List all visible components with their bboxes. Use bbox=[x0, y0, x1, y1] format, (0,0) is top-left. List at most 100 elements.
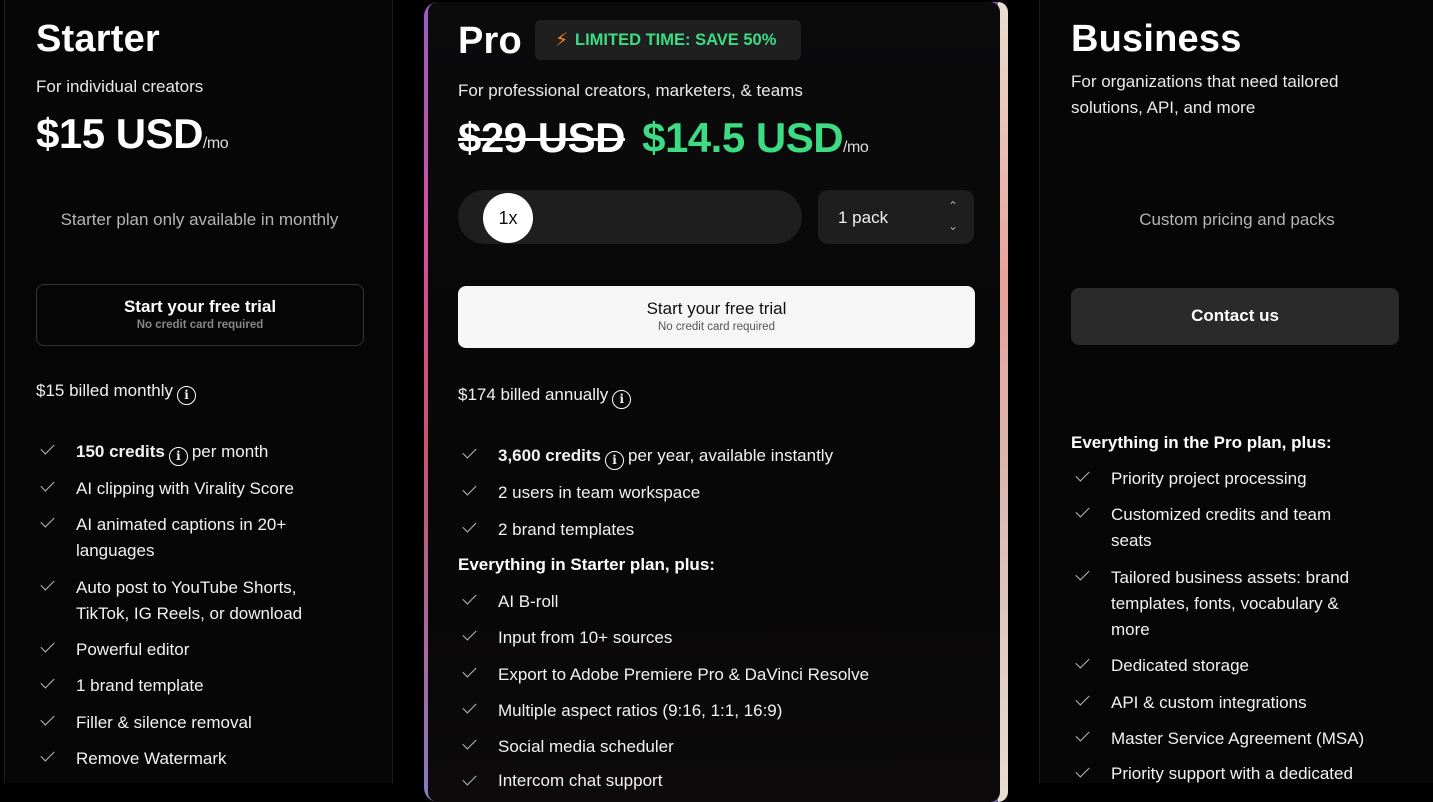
pro-feature: Input from 10+ sources bbox=[498, 628, 673, 647]
check-icon bbox=[40, 711, 55, 726]
check-icon bbox=[40, 747, 55, 762]
pro-price-period: /mo bbox=[843, 139, 869, 156]
feature-line: Auto post to YouTube Shorts, bbox=[76, 578, 297, 597]
starter-feature: Remove Watermark bbox=[76, 749, 227, 768]
pro-price: $29 USD $14.5 USD/mo bbox=[458, 114, 869, 162]
starter-price-value: $15 USD bbox=[36, 110, 203, 157]
chevron-updown-icon[interactable]: ⌃ ⌄ bbox=[948, 196, 958, 236]
business-feature: Customized credits and team seats bbox=[1111, 502, 1331, 554]
check-icon bbox=[1075, 467, 1090, 482]
pro-subtitle: For professional creators, marketers, & … bbox=[458, 81, 803, 100]
starter-feature: AI animated captions in 20+ languages bbox=[76, 512, 286, 564]
check-icon bbox=[40, 440, 55, 455]
info-icon[interactable]: i bbox=[177, 386, 197, 405]
pro-old-price: $29 USD bbox=[458, 114, 625, 161]
business-feature: API & custom integrations bbox=[1111, 693, 1307, 712]
pro-feature: Intercom chat support bbox=[498, 771, 663, 790]
starter-note: Starter plan only available in monthly bbox=[60, 210, 339, 229]
business-note: Custom pricing and packs bbox=[1139, 210, 1335, 229]
starter-billing-text: $15 billed monthly bbox=[36, 381, 174, 400]
starter-billing: $15 billed monthly i bbox=[36, 381, 200, 405]
starter-price-period: /mo bbox=[202, 135, 229, 152]
slider-thumb-label: 1x bbox=[498, 208, 518, 228]
feature-line: languages bbox=[76, 541, 155, 560]
check-icon bbox=[40, 576, 55, 591]
pro-feature: Social media scheduler bbox=[498, 737, 674, 756]
starter-feature: AI clipping with Virality Score bbox=[76, 479, 294, 498]
check-icon bbox=[462, 735, 477, 750]
business-feature: Dedicated storage bbox=[1111, 656, 1249, 675]
business-feature: Priority support with a dedicated bbox=[1111, 764, 1353, 783]
pro-feature: 2 brand templates bbox=[498, 520, 635, 539]
check-icon bbox=[40, 638, 55, 653]
check-icon bbox=[462, 481, 477, 496]
info-icon[interactable]: i bbox=[605, 451, 625, 470]
feature-line: TikTok, IG Reels, or download bbox=[76, 604, 303, 623]
pro-feature: Export to Adobe Premiere Pro & DaVinci R… bbox=[498, 665, 870, 684]
pro-feature: AI B-roll bbox=[498, 592, 559, 611]
check-icon bbox=[40, 674, 55, 689]
check-icon bbox=[1075, 654, 1090, 669]
check-icon bbox=[40, 513, 55, 528]
pro-feature: 2 users in team workspace bbox=[498, 483, 701, 502]
starter-free-trial-button[interactable]: Start your free trial No credit card req… bbox=[36, 284, 364, 346]
business-subtitle: For organizations that need tailored sol… bbox=[1071, 69, 1338, 121]
pro-plan-card-border: Pro ⚡ LIMITED TIME: SAVE 50% For profess… bbox=[424, 2, 1008, 802]
check-icon bbox=[462, 590, 477, 605]
check-icon bbox=[1075, 691, 1090, 706]
feature-after: per month bbox=[191, 442, 269, 461]
pack-quantity-stepper[interactable]: 1 pack ⌃ ⌄ bbox=[818, 190, 974, 244]
starter-title: Starter bbox=[36, 18, 160, 60]
contact-us-button[interactable]: Contact us bbox=[1071, 288, 1399, 345]
business-section-heading: Everything in the Pro plan, plus: bbox=[1071, 433, 1332, 452]
feature-line: templates, fonts, vocabulary & bbox=[1111, 594, 1339, 613]
starter-subtitle: For individual creators bbox=[36, 77, 204, 96]
feature-after: per year, available instantly bbox=[628, 446, 834, 465]
starter-price: $15 USD/mo bbox=[36, 110, 229, 158]
check-icon bbox=[1075, 763, 1090, 778]
info-icon[interactable]: i bbox=[168, 447, 188, 466]
promo-badge: ⚡ LIMITED TIME: SAVE 50% bbox=[535, 20, 801, 60]
feature-bold: 150 credits bbox=[76, 442, 165, 461]
pro-free-trial-button[interactable]: Start your free trial No credit card req… bbox=[458, 286, 975, 348]
pro-cta-label: Start your free trial bbox=[646, 299, 787, 318]
check-icon bbox=[462, 518, 477, 533]
pack-quantity-value: 1 pack bbox=[838, 208, 889, 227]
slider-thumb[interactable]: 1x bbox=[483, 193, 533, 243]
pro-feature-credits: 3,600 credits i per year, available instan… bbox=[498, 443, 833, 470]
starter-feature: 1 brand template bbox=[76, 676, 204, 695]
feature-line: more bbox=[1111, 620, 1150, 639]
business-plan-card: Business For organizations that need tai… bbox=[1039, 0, 1433, 783]
pro-title: Pro bbox=[458, 20, 522, 62]
check-icon bbox=[1075, 503, 1090, 518]
starter-feature: Auto post to YouTube Shorts, TikTok, IG R… bbox=[76, 575, 302, 627]
check-icon bbox=[462, 626, 477, 641]
business-title: Business bbox=[1071, 18, 1242, 60]
info-icon[interactable]: i bbox=[612, 390, 632, 409]
promo-badge-text: LIMITED TIME: SAVE 50% bbox=[575, 31, 777, 49]
starter-feature-credits: 150 credits i per month bbox=[76, 439, 268, 466]
business-feature: Tailored business assets: brand templates… bbox=[1111, 565, 1349, 643]
check-icon bbox=[462, 444, 477, 459]
business-feature: Priority project processing bbox=[1111, 469, 1307, 488]
pro-billing-text: $174 billed annually bbox=[458, 385, 609, 404]
business-feature: Master Service Agreement (MSA) bbox=[1111, 729, 1365, 748]
pro-section-heading: Everything in Starter plan, plus: bbox=[458, 555, 715, 574]
check-icon bbox=[462, 699, 477, 714]
pro-feature: Multiple aspect ratios (9:16, 1:1, 16:9) bbox=[498, 701, 783, 720]
check-icon bbox=[1075, 727, 1090, 742]
check-icon bbox=[462, 771, 477, 786]
starter-feature: Filler & silence removal bbox=[76, 713, 252, 732]
lightning-icon: ⚡ bbox=[555, 30, 569, 51]
business-cta-label: Contact us bbox=[1191, 306, 1279, 325]
starter-cta-sub: No credit card required bbox=[136, 319, 264, 331]
pro-new-price: $14.5 USD bbox=[642, 114, 844, 161]
starter-feature: Powerful editor bbox=[76, 640, 190, 659]
pack-multiplier-slider[interactable]: 1x bbox=[458, 190, 802, 244]
pro-billing: $174 billed annually i bbox=[458, 385, 635, 409]
business-subtitle-line: solutions, API, and more bbox=[1071, 98, 1256, 117]
starter-cta-label: Start your free trial bbox=[123, 297, 277, 316]
check-icon bbox=[1075, 566, 1090, 581]
feature-line: Customized credits and team bbox=[1111, 505, 1332, 524]
feature-line: AI animated captions in 20+ bbox=[76, 515, 287, 534]
